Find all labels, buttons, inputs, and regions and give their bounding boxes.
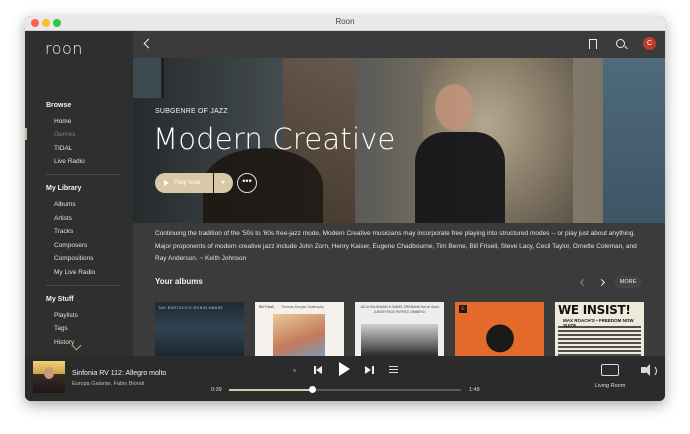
page-title: Modern Creative [153, 122, 396, 156]
album-cover-text: Bill Frisell [259, 305, 274, 309]
sidebar-item-tidal[interactable]: TIDAL [54, 145, 72, 152]
album-cover-text: NIK BÄRTSCH'S RONIN AWASE [159, 306, 224, 310]
sidebar-item-playlists[interactable]: Playlists [54, 312, 78, 319]
now-playing-artwork[interactable] [33, 361, 65, 393]
main-content: C SUBGENRE OF JAZZ Modern Creative Play … [133, 31, 665, 356]
sidebar-item-tags[interactable]: Tags [54, 325, 68, 332]
album-cover[interactable]: WE INSIST! MAX ROACH'S • FREEDOM NOW SUI… [555, 302, 644, 356]
current-time: 0:39 [211, 387, 222, 393]
genre-description: Continuing the tradition of the '50s to … [155, 230, 637, 262]
sidebar-item-tracks[interactable]: Tracks [54, 228, 73, 235]
sidebar-item-composers[interactable]: Composers [54, 242, 87, 249]
seek-bar[interactable] [229, 386, 461, 393]
bookmark-icon[interactable] [589, 39, 597, 49]
more-albums-button[interactable]: MORE [614, 276, 642, 288]
sidebar-item-genres[interactable]: Genres [54, 131, 75, 138]
album-cover-text: JULIA HÜLSMANN & DANIEL ERDMANN Not on S… [360, 305, 439, 314]
roon-logo[interactable]: roon [45, 39, 83, 58]
titlebar: Roon [25, 16, 665, 31]
now-playing-title[interactable]: Sinfonia RV 112: Allegro molto [72, 370, 166, 377]
sidebar-item-compositions[interactable]: Compositions [54, 255, 93, 262]
radio-indicator-icon[interactable] [293, 369, 296, 372]
sidebar-item-albums[interactable]: Albums [54, 201, 76, 208]
browse-section-title: Browse [46, 102, 72, 109]
seek-handle[interactable] [309, 386, 317, 393]
play-now-label: Play now [174, 179, 201, 186]
seek-bar-fill [229, 389, 313, 391]
previous-track-icon[interactable] [314, 365, 323, 375]
chevron-left-icon[interactable] [579, 278, 588, 287]
your-albums-title: Your albums [155, 277, 203, 286]
play-now-button[interactable]: Play now [155, 173, 213, 193]
sidebar-divider [46, 285, 120, 286]
back-arrow-icon[interactable] [143, 38, 154, 49]
album-cover-text: E [459, 305, 467, 313]
play-icon[interactable] [339, 362, 350, 376]
app-window: Roon roon Browse Home Genres TIDAL Live … [25, 16, 665, 401]
queue-icon[interactable] [389, 366, 398, 374]
window-title: Roon [335, 17, 355, 26]
hero-banner: SUBGENRE OF JAZZ Modern Creative Play no… [133, 58, 665, 223]
album-cover-text: Thomas Morgan Epistrophy [281, 305, 324, 309]
album-cover[interactable]: E [455, 302, 544, 356]
sidebar-divider [46, 174, 120, 175]
sidebar-item-artists[interactable]: Artists [54, 215, 72, 222]
hero-subtitle: SUBGENRE OF JAZZ [155, 108, 228, 115]
album-artwork [463, 312, 537, 356]
chevron-right-icon[interactable] [597, 278, 606, 287]
sidebar-item-home[interactable]: Home [54, 118, 71, 125]
total-time: 1:48 [469, 387, 480, 393]
search-icon[interactable] [616, 39, 625, 48]
play-options-dropdown[interactable] [214, 173, 233, 193]
stuff-section-title: My Stuff [46, 296, 74, 303]
next-track-icon[interactable] [365, 365, 374, 375]
speaker-zone-icon[interactable] [601, 364, 619, 376]
avatar[interactable]: C [643, 37, 656, 50]
album-cover[interactable]: NIK BÄRTSCH'S RONIN AWASE [155, 302, 244, 356]
now-playing-artwork-face [44, 367, 54, 379]
volume-icon[interactable] [641, 364, 650, 376]
album-cover-text: WE INSIST! [558, 303, 631, 317]
sidebar-item-my-live-radio[interactable]: My Live Radio [54, 269, 95, 276]
sidebar-item-live-radio[interactable]: Live Radio [54, 158, 85, 165]
player-bar: Sinfonia RV 112: Allegro molto Europa Ga… [25, 356, 665, 401]
selected-indicator [25, 128, 27, 140]
album-artwork [273, 314, 325, 356]
album-artwork [558, 326, 641, 356]
album-artwork [361, 324, 438, 356]
library-section-title: My Library [46, 185, 82, 192]
more-options-button[interactable]: ••• [237, 173, 257, 193]
album-cover[interactable]: Bill Frisell Thomas Morgan Epistrophy [255, 302, 344, 356]
sidebar: roon Browse Home Genres TIDAL Live Radio… [25, 31, 133, 356]
zone-label[interactable]: Living Room [590, 383, 630, 389]
now-playing-artist[interactable]: Europa Galante, Fabio Biondi [72, 381, 144, 387]
top-toolbar: C [133, 31, 665, 58]
play-icon [164, 180, 169, 186]
volume-wave-icon [650, 365, 657, 377]
chevron-down-icon[interactable] [71, 340, 82, 351]
album-cover[interactable]: JULIA HÜLSMANN & DANIEL ERDMANN Not on S… [355, 302, 444, 356]
